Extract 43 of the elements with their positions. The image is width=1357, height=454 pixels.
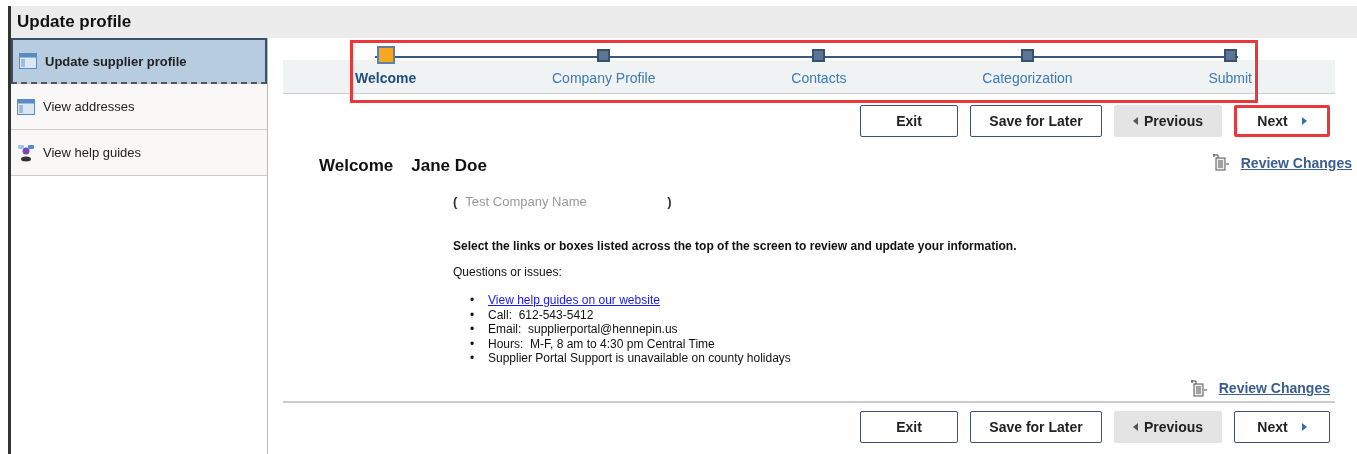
window-icon <box>19 53 37 69</box>
window-icon <box>17 98 35 115</box>
bullet: • <box>470 351 476 366</box>
nav-button[interactable]: Save for Later <box>970 410 1102 443</box>
user-name: Jane Doe <box>411 156 487 176</box>
step-link[interactable]: Contacts <box>791 46 847 86</box>
questions-text: Questions or issues: <box>453 265 563 279</box>
bullet: • <box>470 293 476 308</box>
contact-info: Email: supplierportal@hennepin.us <box>488 322 678 337</box>
sidebar-item[interactable]: View addresses <box>11 84 267 130</box>
sidebar-item[interactable]: Update supplier profile <box>11 38 267 84</box>
step-link[interactable]: Company Profile <box>552 46 656 86</box>
document-icon <box>1212 154 1229 171</box>
help-icon <box>17 143 35 162</box>
help-guides-link[interactable]: View help guides on our website <box>488 293 660 308</box>
caret-right-icon <box>1301 422 1307 431</box>
parenthesis: ) <box>667 194 672 209</box>
bullet: • <box>470 322 476 337</box>
nav-button[interactable]: Exit <box>860 410 958 443</box>
contact-info: Call: 612-543-5412 <box>488 307 594 322</box>
bullet: • <box>470 336 476 351</box>
page-title: Update profile <box>8 6 1357 38</box>
welcome-heading: Welcome <box>319 156 394 176</box>
caret-left-icon <box>1132 422 1138 431</box>
review-changes-link[interactable]: Review Changes <box>1240 154 1352 171</box>
review-changes-link[interactable]: Review Changes <box>1218 380 1330 396</box>
parenthesis: ( <box>453 194 458 209</box>
contact-info: Hours: M-F, 8 am to 4:30 pm Central Time <box>488 336 715 351</box>
nav-button[interactable]: Exit <box>860 105 958 137</box>
sidebar-item[interactable]: View help guides <box>11 130 267 176</box>
step-link[interactable]: Categorization <box>982 46 1073 86</box>
document-icon <box>1190 379 1207 397</box>
nav-button[interactable]: Next <box>1234 105 1330 137</box>
nav-button[interactable]: Next <box>1234 410 1330 443</box>
caret-left-icon <box>1132 117 1138 125</box>
company-name: Test Company Name <box>465 194 588 209</box>
step-link[interactable]: Welcome <box>355 46 417 86</box>
bullet: • <box>470 307 476 322</box>
instruction-text: Select the links or boxes listed across the top of the screen to review and update your information. <box>453 239 1018 253</box>
step-link[interactable]: Submit <box>1208 46 1252 86</box>
caret-right-icon <box>1301 117 1307 125</box>
contact-info: Supplier Portal Support is unavailable on county holidays <box>488 351 791 366</box>
nav-button[interactable]: Save for Later <box>970 105 1102 137</box>
